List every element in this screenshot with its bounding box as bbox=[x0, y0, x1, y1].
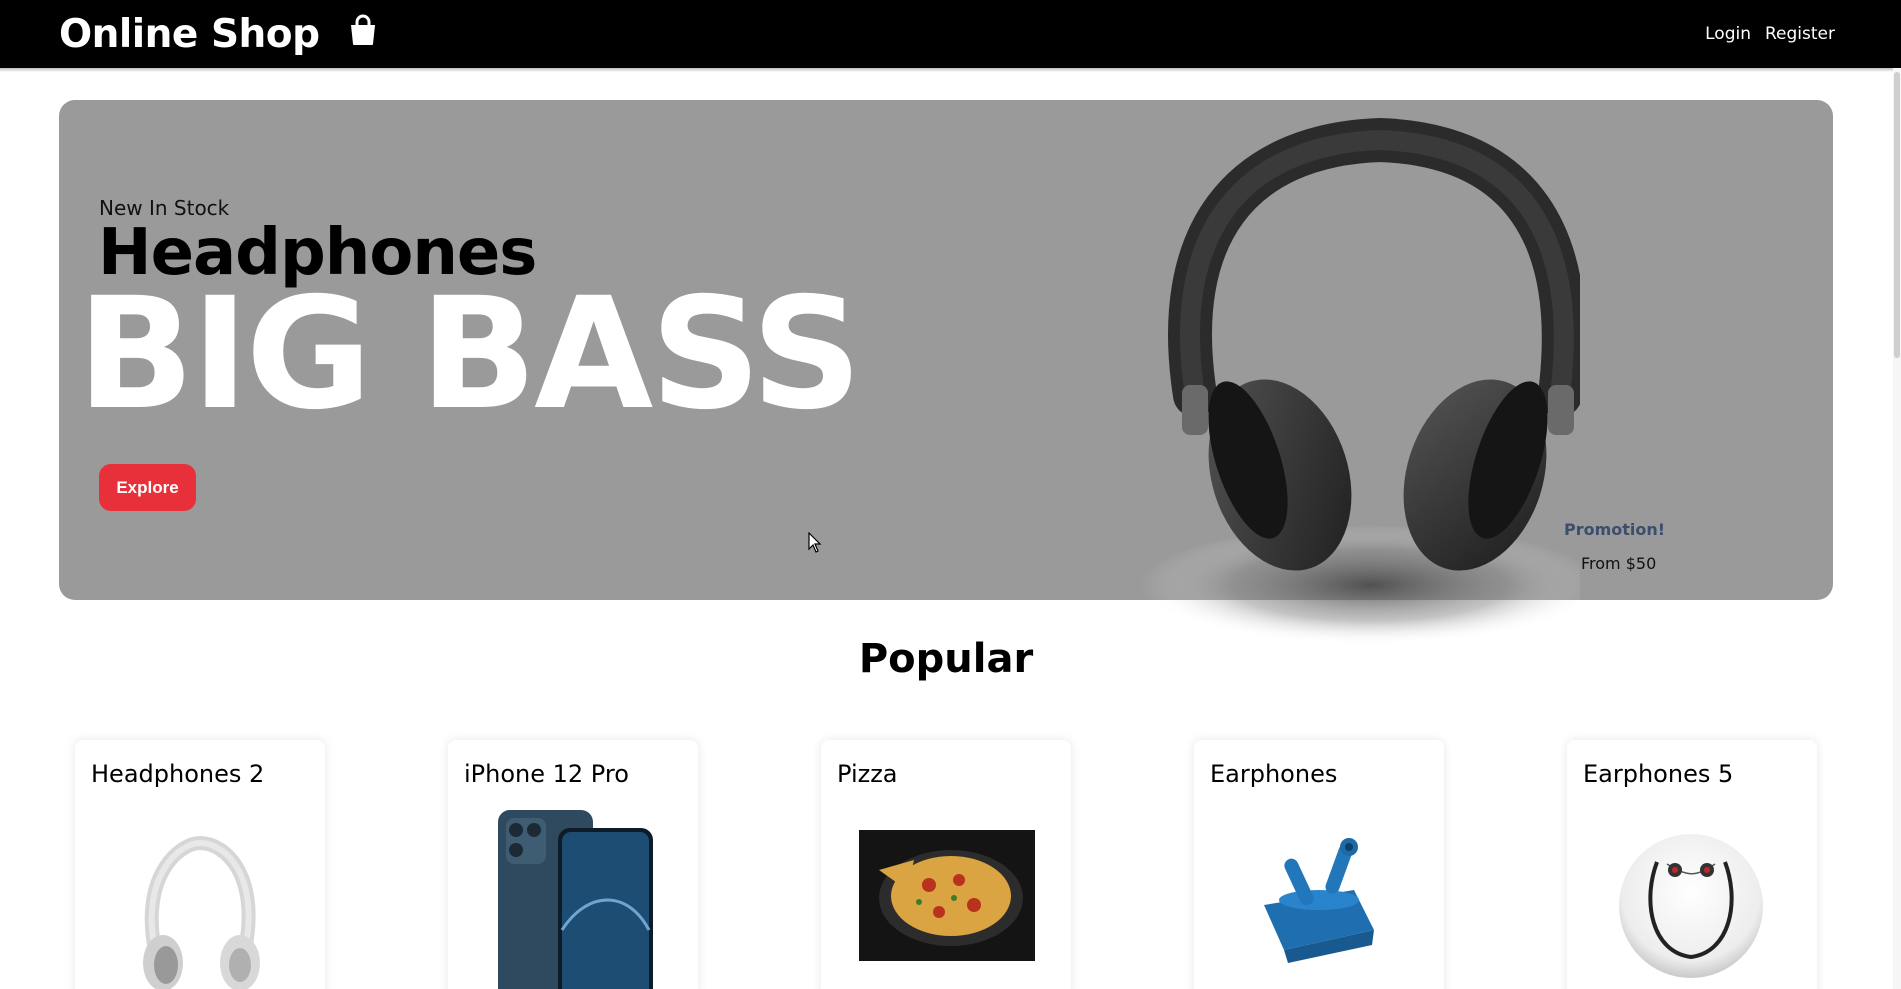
product-name[interactable]: Earphones bbox=[1210, 760, 1337, 788]
iphone-image bbox=[498, 810, 653, 989]
nav-links: Login Register bbox=[1705, 24, 1835, 44]
white-headphones-image bbox=[143, 835, 260, 989]
page: Online Shop Login Register New In Stock … bbox=[0, 0, 1901, 989]
site-title[interactable]: Online Shop bbox=[59, 12, 320, 57]
popular-heading: Popular bbox=[858, 636, 1034, 682]
product-card[interactable]: Pizza bbox=[821, 740, 1071, 989]
product-name[interactable]: Earphones 5 bbox=[1583, 760, 1733, 788]
product-name[interactable]: iPhone 12 Pro bbox=[464, 760, 629, 788]
neckband-earphones-image bbox=[1619, 834, 1763, 978]
hero-headline: BIG BASS bbox=[77, 265, 862, 444]
register-link[interactable]: Register bbox=[1765, 24, 1835, 44]
product-name[interactable]: Headphones 2 bbox=[91, 760, 264, 788]
navbar: Online Shop Login Register bbox=[0, 0, 1901, 68]
explore-button[interactable]: Explore bbox=[99, 464, 196, 511]
navbar-shadow bbox=[0, 68, 1901, 72]
product-card[interactable]: Earphones 5 bbox=[1567, 740, 1817, 989]
mouse-cursor-icon bbox=[808, 532, 822, 553]
product-card[interactable]: Headphones 2 bbox=[75, 740, 325, 989]
brand[interactable]: Online Shop bbox=[59, 12, 378, 57]
scrollbar-thumb[interactable] bbox=[1894, 72, 1900, 358]
shopping-bag-icon[interactable] bbox=[348, 14, 378, 46]
product-card[interactable]: Earphones bbox=[1194, 740, 1444, 989]
pizza-image bbox=[859, 830, 1035, 961]
product-name[interactable]: Pizza bbox=[837, 760, 898, 788]
login-link[interactable]: Login bbox=[1705, 24, 1751, 44]
headphones-image bbox=[1140, 117, 1580, 645]
promo-price: From $50 bbox=[1581, 554, 1657, 573]
product-card[interactable]: iPhone 12 Pro bbox=[448, 740, 698, 989]
blue-earbuds-image bbox=[1264, 838, 1374, 963]
